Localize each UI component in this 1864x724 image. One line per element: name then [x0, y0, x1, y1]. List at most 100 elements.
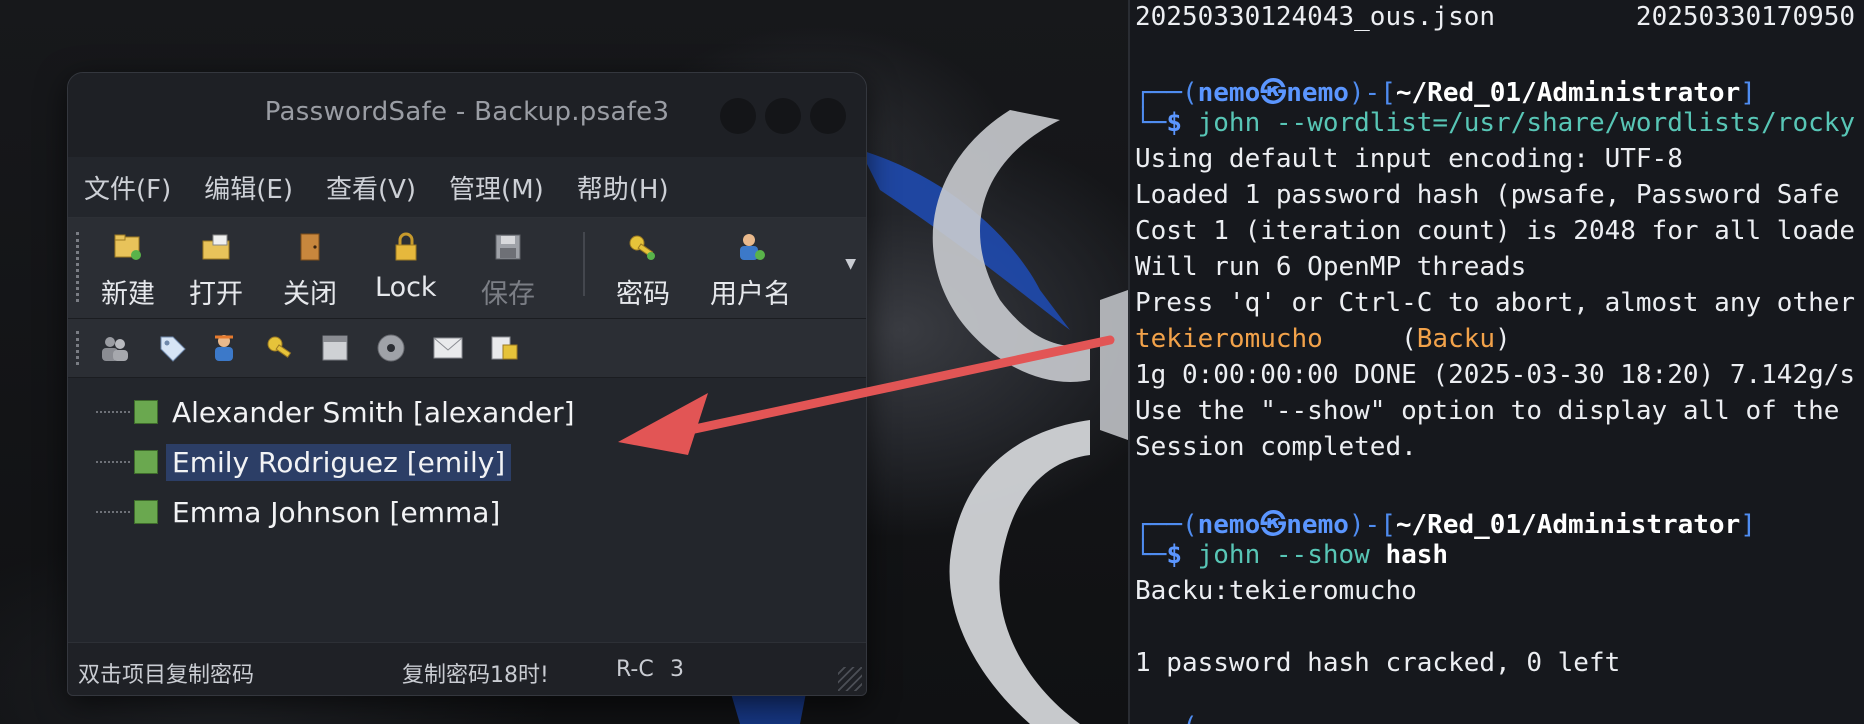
command-text: john --show — [1197, 540, 1370, 570]
window-controls — [720, 98, 846, 134]
cracked-name: Backu — [1416, 324, 1496, 354]
minimize-button[interactable] — [720, 98, 756, 134]
passwordsafe-window: PasswordSafe - Backup.psafe3 文件(F) 编辑(E)… — [67, 72, 867, 696]
menu-help[interactable]: 帮助(H) — [577, 169, 669, 206]
prompt-user: nemo — [1197, 510, 1261, 540]
prompt-close: ] — [1740, 510, 1756, 540]
prompt-corner: └─ — [1135, 108, 1167, 138]
padlock-icon — [389, 230, 423, 264]
tree-entry-selected[interactable]: Emily Rodriguez [emily] — [96, 440, 512, 484]
prompt-path: ~/Red_01/Administrator — [1395, 78, 1741, 108]
output-line: 1 password hash cracked, 0 left — [1135, 648, 1621, 678]
new-button[interactable]: 新建 — [101, 230, 155, 311]
export-icon[interactable] — [488, 331, 522, 365]
tree-entry[interactable]: Alexander Smith [alexander] — [96, 390, 581, 434]
prompt-sep: )-[ — [1348, 78, 1396, 108]
kali-icon: ㉿ — [1260, 510, 1287, 540]
output-line: Backu:tekieromucho — [1135, 576, 1417, 606]
disc-icon[interactable] — [374, 331, 408, 365]
status-bar: 双击项目复制密码 复制密码18时! R-C 3 — [68, 642, 866, 695]
mail-icon[interactable] — [431, 331, 465, 365]
close-button[interactable]: 关闭 — [283, 230, 337, 311]
output-line: 1g 0:00:00:00 DONE (2025-03-30 18:20) 7.… — [1135, 360, 1856, 390]
close-window-button[interactable] — [810, 98, 846, 134]
output-line: Press 'q' or Ctrl-C to abort, almost any… — [1135, 288, 1856, 318]
prompt-corner: ┌──( — [1135, 78, 1198, 108]
open-folder-icon — [199, 230, 233, 264]
menu-bar: 文件(F) 编辑(E) 查看(V) 管理(M) 帮助(H) — [68, 157, 866, 218]
key-icon[interactable] — [264, 331, 298, 365]
maximize-button[interactable] — [765, 98, 801, 134]
terminal-window[interactable]: 20250330124043_ous.json 20250330170950 ┌… — [1128, 0, 1864, 724]
cracked-password: tekieromucho — [1135, 324, 1323, 354]
save-button[interactable]: 保存 — [481, 230, 535, 311]
prompt-host: nemo — [1286, 78, 1349, 108]
file-name: 20250330124043_ous.json — [1135, 2, 1496, 32]
prompt-line-partial: ┌──( — [1135, 712, 1198, 724]
floppy-disk-icon — [491, 230, 525, 264]
prompt-user: nemo — [1197, 78, 1261, 108]
prompt-line: ┌──(nemo㉿nemo)-[~/Red_01/Administrator] — [1135, 72, 1756, 108]
entry-leaf-icon — [134, 400, 158, 424]
status-hint: 双击项目复制密码 — [78, 663, 255, 688]
tag-icon[interactable] — [156, 331, 190, 365]
kali-icon: ㉿ — [1260, 78, 1287, 108]
command-line: └─$ john --wordlist=/usr/share/wordlists… — [1135, 108, 1855, 142]
toolbar2-grip[interactable] — [76, 331, 83, 365]
new-file-icon — [111, 230, 145, 264]
entry-label: Alexander Smith [alexander] — [172, 395, 575, 429]
output-line: Using default input encoding: UTF-8 — [1135, 144, 1683, 174]
secondary-toolbar — [68, 319, 866, 378]
file-name: 20250330170950 — [1635, 2, 1856, 32]
save-button-label: 保存 — [481, 279, 535, 310]
output-line: Loaded 1 password hash (pwsafe, Password… — [1135, 180, 1840, 210]
close-button-label: 关闭 — [283, 279, 337, 310]
prompt-close: ] — [1740, 78, 1756, 108]
copy-password-label: 密码 — [616, 279, 670, 310]
toolbar-overflow-icon[interactable]: ▼ — [845, 256, 856, 272]
menu-file[interactable]: 文件(F) — [84, 169, 171, 206]
copy-username-button[interactable]: 用户名 — [710, 230, 791, 311]
tree-connector — [96, 511, 130, 513]
prompt-line: ┌──(nemo㉿nemo)-[~/Red_01/Administrator] — [1135, 504, 1756, 540]
tree-entry[interactable]: Emma Johnson [emma] — [96, 490, 506, 534]
copy-password-button[interactable]: 密码 — [616, 230, 670, 311]
status-mode: R-C — [616, 657, 654, 682]
toolbar-separator — [583, 232, 585, 296]
cracked-line: tekieromucho (Backu) — [1135, 324, 1511, 354]
prompt-corner: ┌──( — [1135, 712, 1198, 724]
output-line: Session completed. — [1135, 432, 1417, 462]
prompt-corner: └─ — [1135, 540, 1167, 570]
toolbar-grip[interactable] — [76, 232, 83, 302]
entry-tree: Alexander Smith [alexander] Emily Rodrig… — [68, 378, 866, 640]
user-icon — [734, 230, 768, 264]
resize-grip[interactable] — [838, 667, 862, 691]
tree-connector — [96, 461, 130, 463]
prompt-dollar: $ — [1166, 108, 1198, 138]
person-icon[interactable] — [208, 331, 242, 365]
prompt-corner: ┌──( — [1135, 510, 1198, 540]
prompt-dollar: $ — [1166, 540, 1198, 570]
lock-button[interactable]: Lock — [375, 230, 437, 303]
prompt-path: ~/Red_01/Administrator — [1395, 510, 1741, 540]
status-copy: 复制密码18时! — [402, 663, 549, 688]
entry-label: Emily Rodriguez [emily] — [166, 443, 512, 481]
output-line: Cost 1 (iteration count) is 2048 for all… — [1135, 216, 1856, 246]
status-count: 3 — [670, 657, 684, 682]
window-titlebar[interactable]: PasswordSafe - Backup.psafe3 — [68, 73, 866, 157]
menu-view[interactable]: 查看(V) — [326, 169, 416, 206]
door-icon — [293, 230, 327, 264]
new-button-label: 新建 — [101, 279, 155, 310]
lock-button-label: Lock — [375, 272, 437, 303]
prompt-sep: )-[ — [1348, 510, 1396, 540]
entry-leaf-icon — [134, 450, 158, 474]
command-text: john --wordlist=/usr/share/wordlists/roc… — [1197, 108, 1856, 138]
open-button[interactable]: 打开 — [189, 230, 243, 311]
menu-edit[interactable]: 编辑(E) — [204, 169, 293, 206]
output-line: Use the "--show" option to display all o… — [1135, 396, 1840, 426]
user-group-icon[interactable] — [98, 331, 132, 365]
key-icon — [626, 230, 660, 264]
open-button-label: 打开 — [189, 279, 243, 310]
window-icon[interactable] — [318, 331, 352, 365]
menu-manage[interactable]: 管理(M) — [449, 169, 544, 206]
